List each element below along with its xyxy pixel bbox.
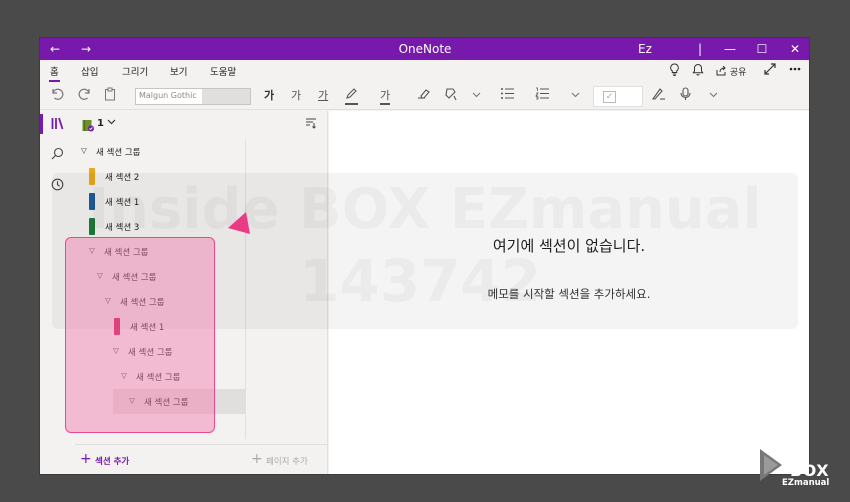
share-label: 공유 [729,68,747,78]
insidebox-logo: inside BOX EZmanual [758,441,838,493]
notebooks-icon[interactable] [40,111,75,137]
add-section-label: 섹션 추가 [95,457,130,467]
section-group-row[interactable]: ▽ 새 섹션 그룹 [75,139,246,164]
plus-icon: + [80,451,92,467]
chevron-down-icon[interactable] [571,87,580,105]
ribbon-tabs: 홈 삽입 그리기 보기 도움말 공유 [40,60,809,82]
app-title: OneNote [398,42,452,56]
more-options-icon[interactable] [789,63,801,78]
add-page-label: 페이지 추가 [266,457,308,467]
lightbulb-icon[interactable] [669,63,680,79]
checkbox-tag-icon: ✓ [603,91,616,103]
notebook-header[interactable]: 1 [75,111,328,139]
underline-button[interactable]: 가 [318,87,328,105]
format-painter-icon[interactable] [444,87,458,105]
forward-arrow-icon[interactable]: → [77,38,95,60]
font-selector[interactable]: Malgun Gothic [135,88,251,105]
title-bar: ← → OneNote Ez Manual | — ☐ ✕ [40,38,809,78]
ribbon-toolbar: Malgun Gothic 가 가 가 가 ✓ [40,82,809,110]
notebook-name[interactable]: 1 [97,118,104,129]
styles-icon[interactable] [651,87,666,105]
section-group-label: 새 섹션 그룹 [96,148,141,158]
watermark-text: Inside BOX EZmanual [52,177,798,242]
clear-format-icon[interactable] [417,87,431,105]
share-icon [716,65,726,76]
add-page-button[interactable]: + 페이지 추가 [246,444,328,474]
account-name[interactable]: Ez Manual [615,38,675,78]
titlebar-divider: | [697,42,703,56]
minimize-icon[interactable]: — [720,38,740,60]
chevron-down-icon[interactable] [472,87,481,105]
font-size-input[interactable] [202,89,250,104]
chevron-down-icon[interactable] [107,118,116,128]
highlighter-icon[interactable] [345,87,358,105]
chevron-down-icon[interactable] [709,87,718,105]
maximize-icon[interactable]: ☐ [752,38,772,60]
plus-icon: + [251,451,263,467]
bell-icon[interactable] [692,63,704,79]
add-section-button[interactable]: + 섹션 추가 [75,444,246,474]
highlight-box [65,237,215,433]
redo-icon[interactable] [78,87,92,105]
tab-insert[interactable]: 삽입 [81,64,98,78]
font-name-input[interactable]: Malgun Gothic [139,91,201,100]
undo-icon[interactable] [50,87,64,105]
notebook-icon [82,120,94,132]
numbered-list-icon[interactable] [535,87,550,105]
tag-selector[interactable]: ✓ [593,86,643,107]
font-color-button[interactable]: 가 [380,87,391,105]
search-icon[interactable] [40,141,75,167]
chevron-down-icon[interactable]: ▽ [81,146,87,155]
tab-view[interactable]: 보기 [170,64,187,78]
sort-icon[interactable] [305,117,317,132]
logo-text-ezmanual: EZmanual [782,478,830,488]
italic-button[interactable]: 가 [291,87,301,105]
back-arrow-icon[interactable]: ← [46,38,64,60]
tab-help[interactable]: 도움말 [210,64,236,78]
tab-draw[interactable]: 그리기 [122,64,148,78]
expand-icon[interactable] [764,63,776,78]
bold-button[interactable]: 가 [264,87,274,105]
tab-home[interactable]: 홈 [49,64,60,82]
clipboard-icon[interactable] [104,87,116,105]
bullet-list-icon[interactable] [500,87,515,105]
dictate-icon[interactable] [680,87,691,105]
close-icon[interactable]: ✕ [785,38,805,60]
share-button[interactable]: 공유 [716,65,746,78]
pointer-triangle-icon [228,212,250,234]
watermark-number: 143742 [299,247,541,315]
